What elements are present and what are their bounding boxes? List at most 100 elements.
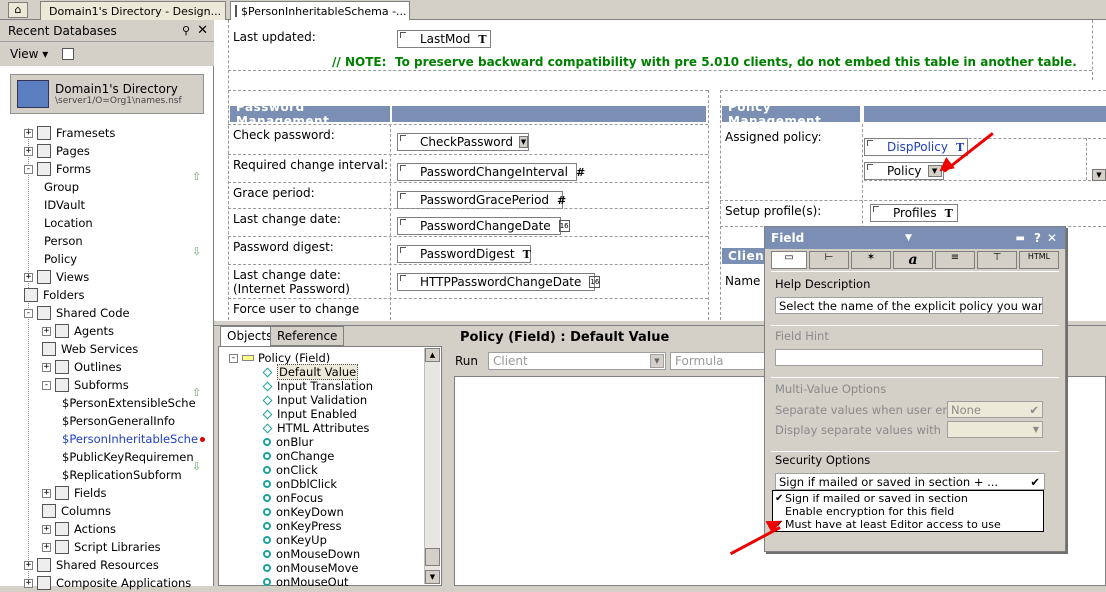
tree-item-outlines[interactable]: + Outlines [42, 358, 122, 376]
tree-item-shared-code[interactable]: - Shared Code [24, 304, 130, 322]
tab-field-info-icon[interactable]: ▭ [771, 251, 807, 269]
tab-hide-when-icon[interactable]: ⊤ [977, 251, 1017, 269]
security-option[interactable]: Enable encryption for this field [775, 505, 954, 518]
lastmod-field[interactable]: LastMod T [397, 30, 491, 48]
expand-icon[interactable]: + [24, 560, 33, 570]
close-icon[interactable]: ✕ [197, 23, 208, 38]
expand-icon[interactable]: - [24, 308, 33, 318]
object-item[interactable]: onDblClick [263, 477, 337, 491]
expand-icon[interactable]: + [24, 578, 33, 588]
expand-icon[interactable]: - [24, 164, 33, 174]
profiles-field[interactable]: Profiles T [870, 204, 958, 222]
field-hint-input[interactable] [775, 349, 1043, 366]
tab-reference[interactable]: Reference [270, 326, 345, 346]
close-icon[interactable]: ✕ [1047, 231, 1057, 245]
pin-icon[interactable]: ⚲ [182, 24, 190, 37]
menu-icon[interactable]: ▬ [1016, 233, 1025, 244]
policy-field[interactable]: Policy ▼ [864, 162, 944, 180]
security-options-select[interactable]: Sign if mailed or saved in section + ...… [775, 473, 1045, 490]
object-item[interactable]: onKeyPress [263, 519, 341, 533]
password-field[interactable]: PasswordChangeInterval # [397, 163, 585, 181]
expand-icon[interactable]: + [24, 146, 33, 156]
scroll-down-arrow[interactable]: ▼ [425, 570, 440, 584]
tree-item-folders[interactable]: Folders [24, 286, 85, 304]
language-select[interactable]: Formula [670, 352, 770, 370]
help-icon[interactable]: ? [1034, 231, 1041, 245]
password-field[interactable]: HTTPPasswordChangeDate 16 [397, 273, 601, 291]
tree-item-form-idvault[interactable]: IDVault [44, 196, 85, 214]
expand-icon[interactable]: + [24, 272, 33, 282]
scroll-up-arrow[interactable]: ▲ [425, 348, 440, 362]
expand-icon[interactable]: + [42, 362, 51, 372]
object-item[interactable]: Input Enabled [262, 407, 357, 421]
object-item[interactable]: onMouseDown [263, 547, 360, 561]
scroll-up-icon[interactable]: ⇧ [192, 170, 201, 183]
tree-item-subform-3[interactable]: $PersonInheritableSche [62, 430, 206, 448]
object-item[interactable]: onBlur [263, 435, 313, 449]
object-item[interactable]: onMouseMove [263, 561, 358, 575]
separate-enter-select[interactable]: None ✔ [947, 401, 1043, 418]
object-root[interactable]: - Policy (Field) [229, 351, 330, 365]
disppolicy-field[interactable]: DispPolicy T [864, 138, 968, 156]
tree-item-subform-1[interactable]: $PersonExtensibleSche [62, 394, 196, 412]
tree-item-subform-2[interactable]: $PersonGeneralInfo [62, 412, 175, 430]
tree-item-fields[interactable]: + Fields [42, 484, 107, 502]
object-item[interactable]: HTML Attributes [262, 421, 369, 435]
tab-paragraph-icon[interactable]: ≡ [935, 251, 975, 269]
password-field[interactable]: PasswordGracePeriod # [397, 191, 566, 209]
separate-display-select[interactable]: ▼ [947, 421, 1043, 438]
run-select[interactable]: Client ▼ [488, 352, 666, 370]
home-icon[interactable]: ⌂ [8, 2, 28, 18]
tree-item-columns[interactable]: Columns [42, 502, 111, 520]
password-field[interactable]: PasswordDigest T [397, 245, 531, 263]
tree-item-framesets[interactable]: + Framesets [24, 124, 115, 142]
tree-item-web-services[interactable]: Web Services [42, 340, 138, 358]
object-item[interactable]: onClick [263, 463, 318, 477]
tree-item-script-libraries[interactable]: + Script Libraries [42, 538, 161, 556]
scroll-thumb[interactable] [425, 548, 440, 566]
object-item[interactable]: onMouseOut [263, 575, 349, 589]
help-description-input[interactable]: Select the name of the explicit policy y… [775, 297, 1043, 314]
tree-item-agents[interactable]: + Agents [42, 322, 114, 340]
expand-icon[interactable]: + [42, 542, 51, 552]
tree-item-views[interactable]: + Views [24, 268, 89, 286]
tree-item-form-group[interactable]: Group [44, 178, 79, 196]
security-option[interactable]: ✔ Must have at least Editor access to use [775, 518, 1001, 531]
tab-control-icon[interactable]: ⊢ [809, 251, 849, 269]
database-card[interactable]: Domain1's Directory \server1/O=Org1\name… [10, 74, 204, 114]
tree-item-forms[interactable]: - Forms [24, 160, 91, 178]
expand-icon[interactable]: + [42, 524, 51, 534]
collapse-icon[interactable]: - [229, 353, 238, 363]
tree-item-form-person[interactable]: Person [44, 232, 83, 250]
object-item[interactable]: Default Value [262, 364, 359, 380]
object-item[interactable]: onKeyDown [263, 505, 344, 519]
tab-font-icon[interactable]: a [893, 251, 933, 269]
dropdown-icon[interactable]: ▼ [905, 233, 912, 243]
object-item[interactable]: Input Translation [262, 379, 373, 393]
object-item[interactable]: onChange [263, 449, 334, 463]
tab-advanced-icon[interactable]: ✶ [851, 251, 891, 269]
tree-item-actions[interactable]: + Actions [42, 520, 116, 538]
object-item[interactable]: Input Validation [262, 393, 367, 407]
tree-item-pages[interactable]: + Pages [24, 142, 90, 160]
tree-item-form-policy[interactable]: Policy [44, 250, 77, 268]
password-field[interactable]: PasswordChangeDate 16 [397, 217, 570, 235]
tree-item-subform-5[interactable]: $ReplicationSubform [62, 466, 182, 484]
expand-icon[interactable]: - [42, 380, 51, 390]
tab-subform[interactable]: $PersonInheritableSchema -... ✕ [230, 1, 410, 20]
scroll-down-icon[interactable]: ⇩ [192, 245, 201, 258]
object-item[interactable]: onFocus [263, 491, 323, 505]
expand-icon[interactable]: + [42, 488, 51, 498]
tree-item-subforms[interactable]: - Subforms [42, 376, 129, 394]
security-option[interactable]: ✔ Sign if mailed or saved in section [775, 492, 968, 505]
tab-design[interactable]: Domain1's Directory - Design... ✕ [40, 1, 226, 20]
password-field[interactable]: CheckPassword ▼ [397, 133, 529, 151]
new-database-icon[interactable] [62, 48, 75, 60]
expand-icon[interactable]: + [24, 128, 33, 138]
tree-item-composite-applications[interactable]: + Composite Applications [24, 574, 191, 592]
expand-icon[interactable]: + [42, 326, 51, 336]
object-item[interactable]: onKeyUp [263, 533, 327, 547]
tree-item-form-location[interactable]: Location [44, 214, 93, 232]
tree-item-shared-resources[interactable]: + Shared Resources [24, 556, 159, 574]
view-menu[interactable]: View ▾ [10, 47, 48, 61]
